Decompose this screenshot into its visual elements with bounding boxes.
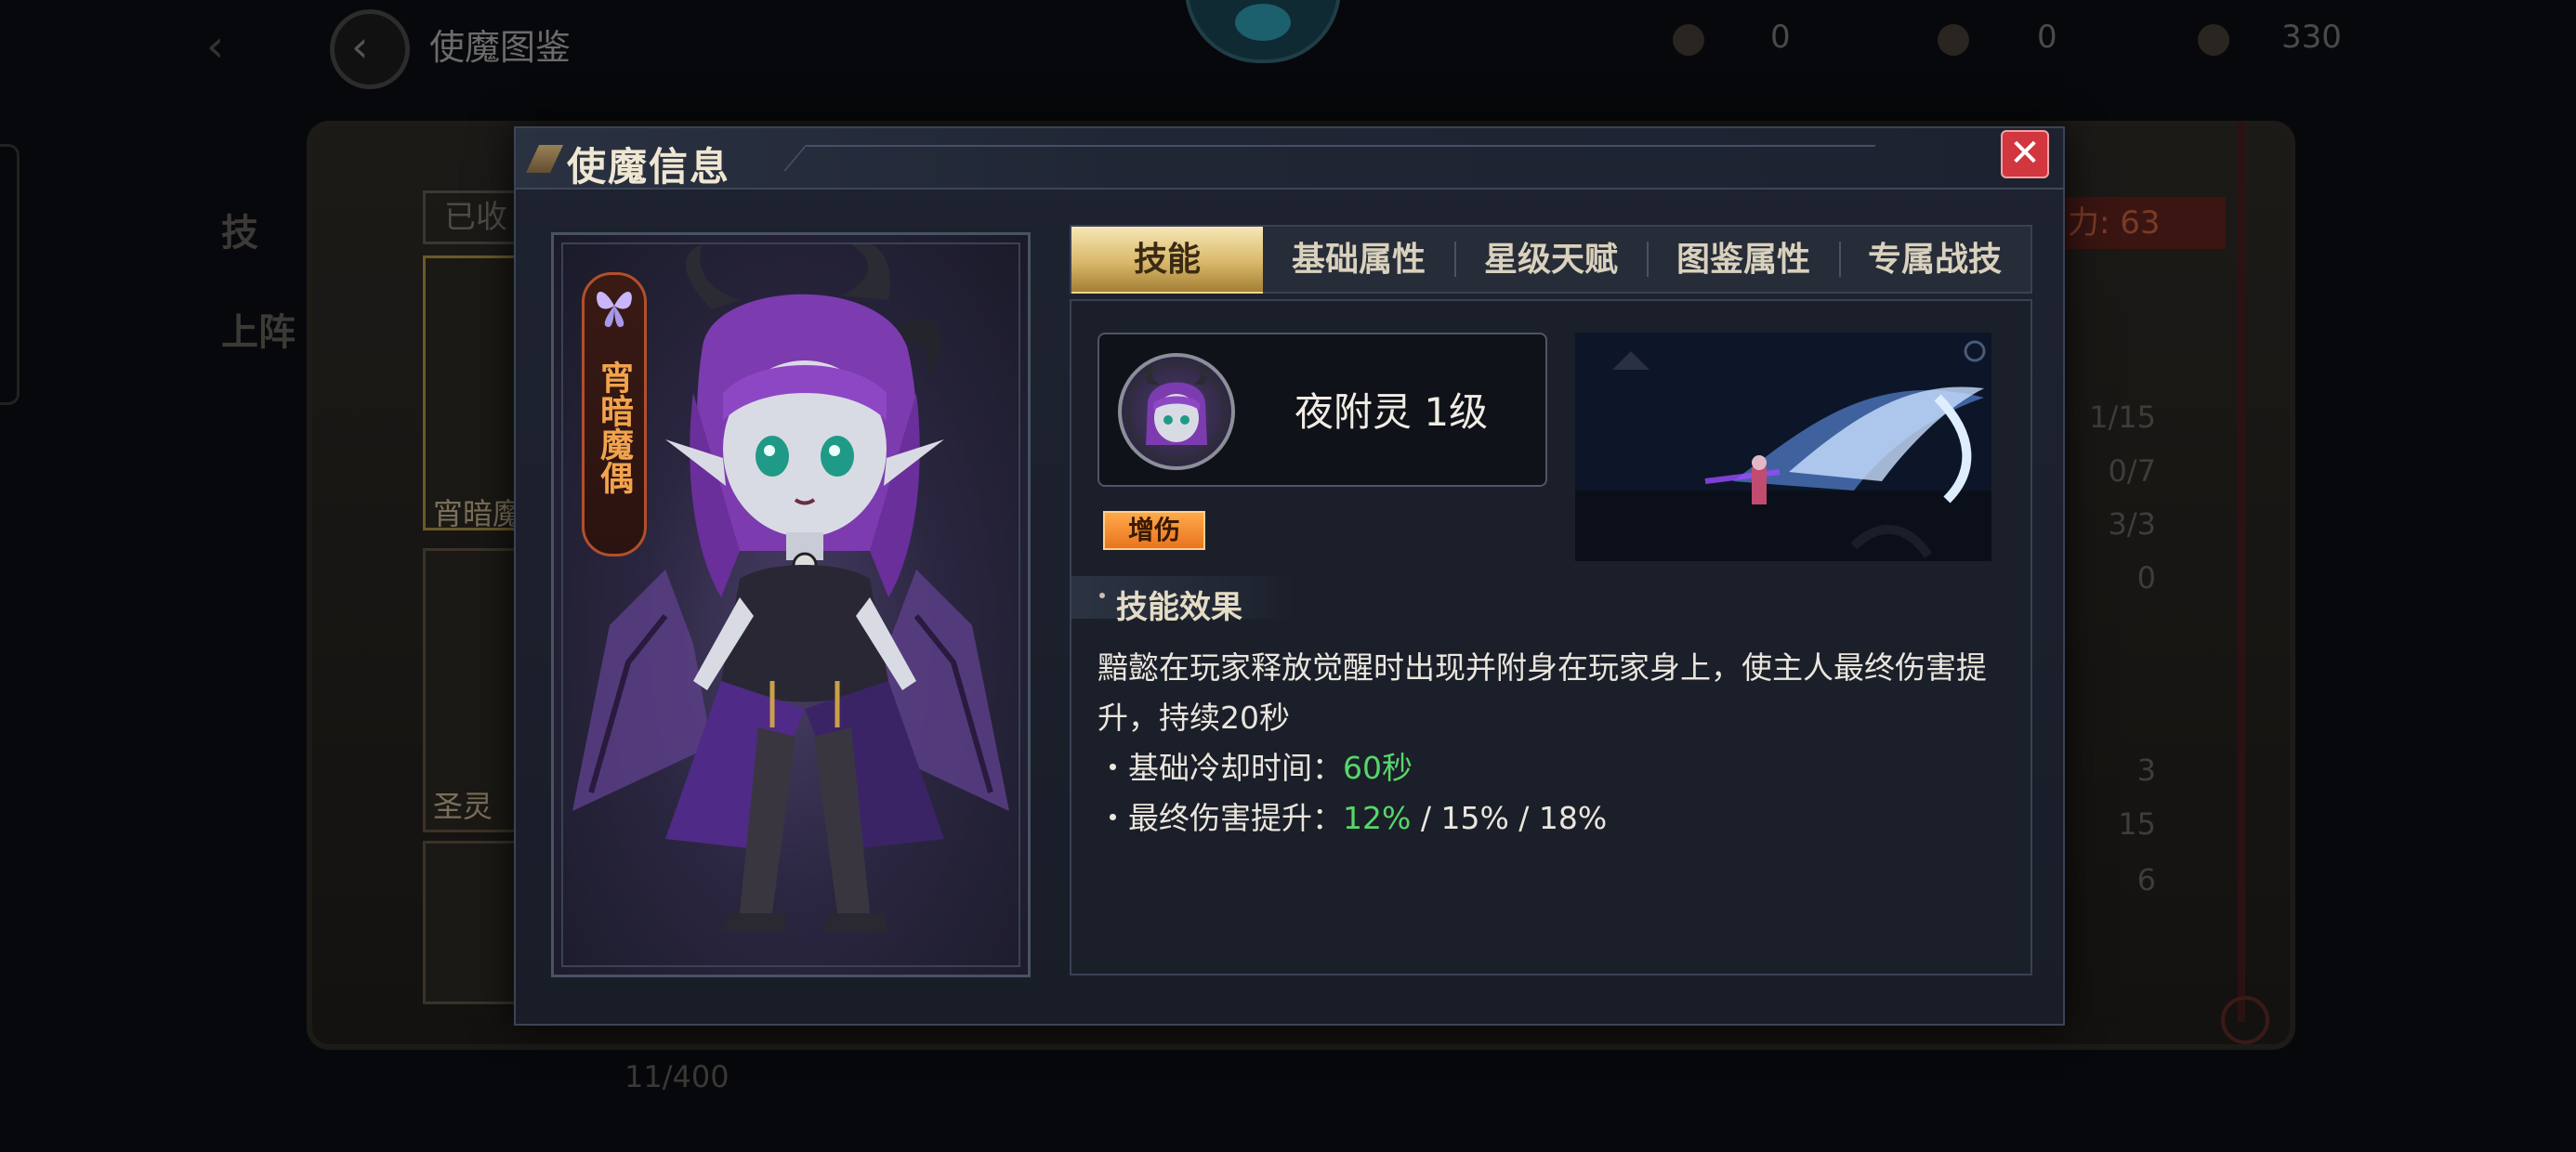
resource-count-1: 0 [1770,19,1791,56]
bg-left-label-1: 技 [221,212,258,255]
character-art [665,244,944,932]
close-button[interactable]: ✕ [2001,130,2049,178]
tab-base-attributes[interactable]: 基础属性 [1263,227,1454,292]
tab-star-talent[interactable]: 星级天赋 [1455,227,1647,292]
skill-content-panel: 夜附灵 1级 增伤 技能效果 黯懿在玩家释放觉醒时出现并附身在玩家身上，使主人最… [1070,299,2032,975]
coin-icon [2198,24,2229,56]
damage-current-value: 12% [1343,800,1412,836]
character-portrait: 宵暗魔偶 [551,232,1031,977]
bg-card-label: 宵暗魔 [433,496,523,531]
character-name-banner: 宵暗魔偶 [582,272,647,556]
page-title: 使魔图鉴 [429,27,572,68]
back-button[interactable]: ‹ [330,9,410,89]
title-emblem-icon [526,145,563,173]
resource-count-2: 0 [2037,19,2057,56]
scrollbar-track[interactable] [2238,121,2245,1022]
familiar-info-dialog: 使魔信息 ✕ 宵暗魔偶 技能 基础属性 星级天赋 图鉴属性 专属战技 夜附灵 1… [514,126,2065,1026]
info-tab-bar: 技能 基础属性 星级天赋 图鉴属性 专属战技 [1070,225,2032,294]
skill-portrait-icon [1118,353,1235,470]
chevron-left-icon: ‹ [351,21,369,72]
scrollbar-knob[interactable] [2221,996,2269,1044]
mascot-icon [1185,0,1341,63]
skill-effect-header: 技能效果 [1071,576,1295,626]
butterfly-icon [597,291,632,327]
bullet-dot-icon [1099,593,1105,598]
cooldown-row: ・基础冷却时间：60秒 [1097,743,1413,788]
side-panel-edge [0,144,20,405]
collection-counter: 11/400 [624,1059,729,1094]
skill-effect-title: 技能效果 [1116,589,1242,626]
skill-type-badge: 增伤 [1103,511,1205,550]
damage-label: ・最终伤害提升： [1097,800,1343,836]
tab-skill[interactable]: 技能 [1071,227,1263,292]
tab-exclusive-skill[interactable]: 专属战技 [1839,227,2031,292]
damage-upgrade-values: / 15% / 18% [1411,800,1608,836]
skill-name: 夜附灵 1级 [1295,389,1489,435]
skill-card[interactable]: 夜附灵 1级 [1097,333,1547,487]
header-decoration [783,145,1876,171]
bg-card-label: 圣灵 [433,789,493,824]
skill-preview-image[interactable] [1575,333,1991,561]
bg-left-label-2: 上阵 [221,311,296,354]
cooldown-label: ・基础冷却时间： [1097,750,1343,786]
back-arrow-icon[interactable]: ‹ [206,20,224,72]
dialog-header: 使魔信息 [516,128,2063,190]
character-name: 宵暗魔偶 [595,360,634,494]
power-badge: 力: 63 [2058,197,2226,249]
dialog-title: 使魔信息 [567,144,731,190]
resource-count-3: 330 [2281,19,2342,56]
tab-collection-attributes[interactable]: 图鉴属性 [1648,227,1839,292]
gem-icon [1673,24,1704,56]
skill-description: 黯懿在玩家释放觉醒时出现并附身在玩家身上，使主人最终伤害提升，持续20秒 [1097,649,1987,736]
damage-boost-row: ・最终伤害提升：12% / 15% / 18% [1097,793,1607,838]
cooldown-value: 60秒 [1343,750,1413,786]
skill-icon-ring [1127,362,1226,461]
crystal-icon [1938,24,1969,56]
